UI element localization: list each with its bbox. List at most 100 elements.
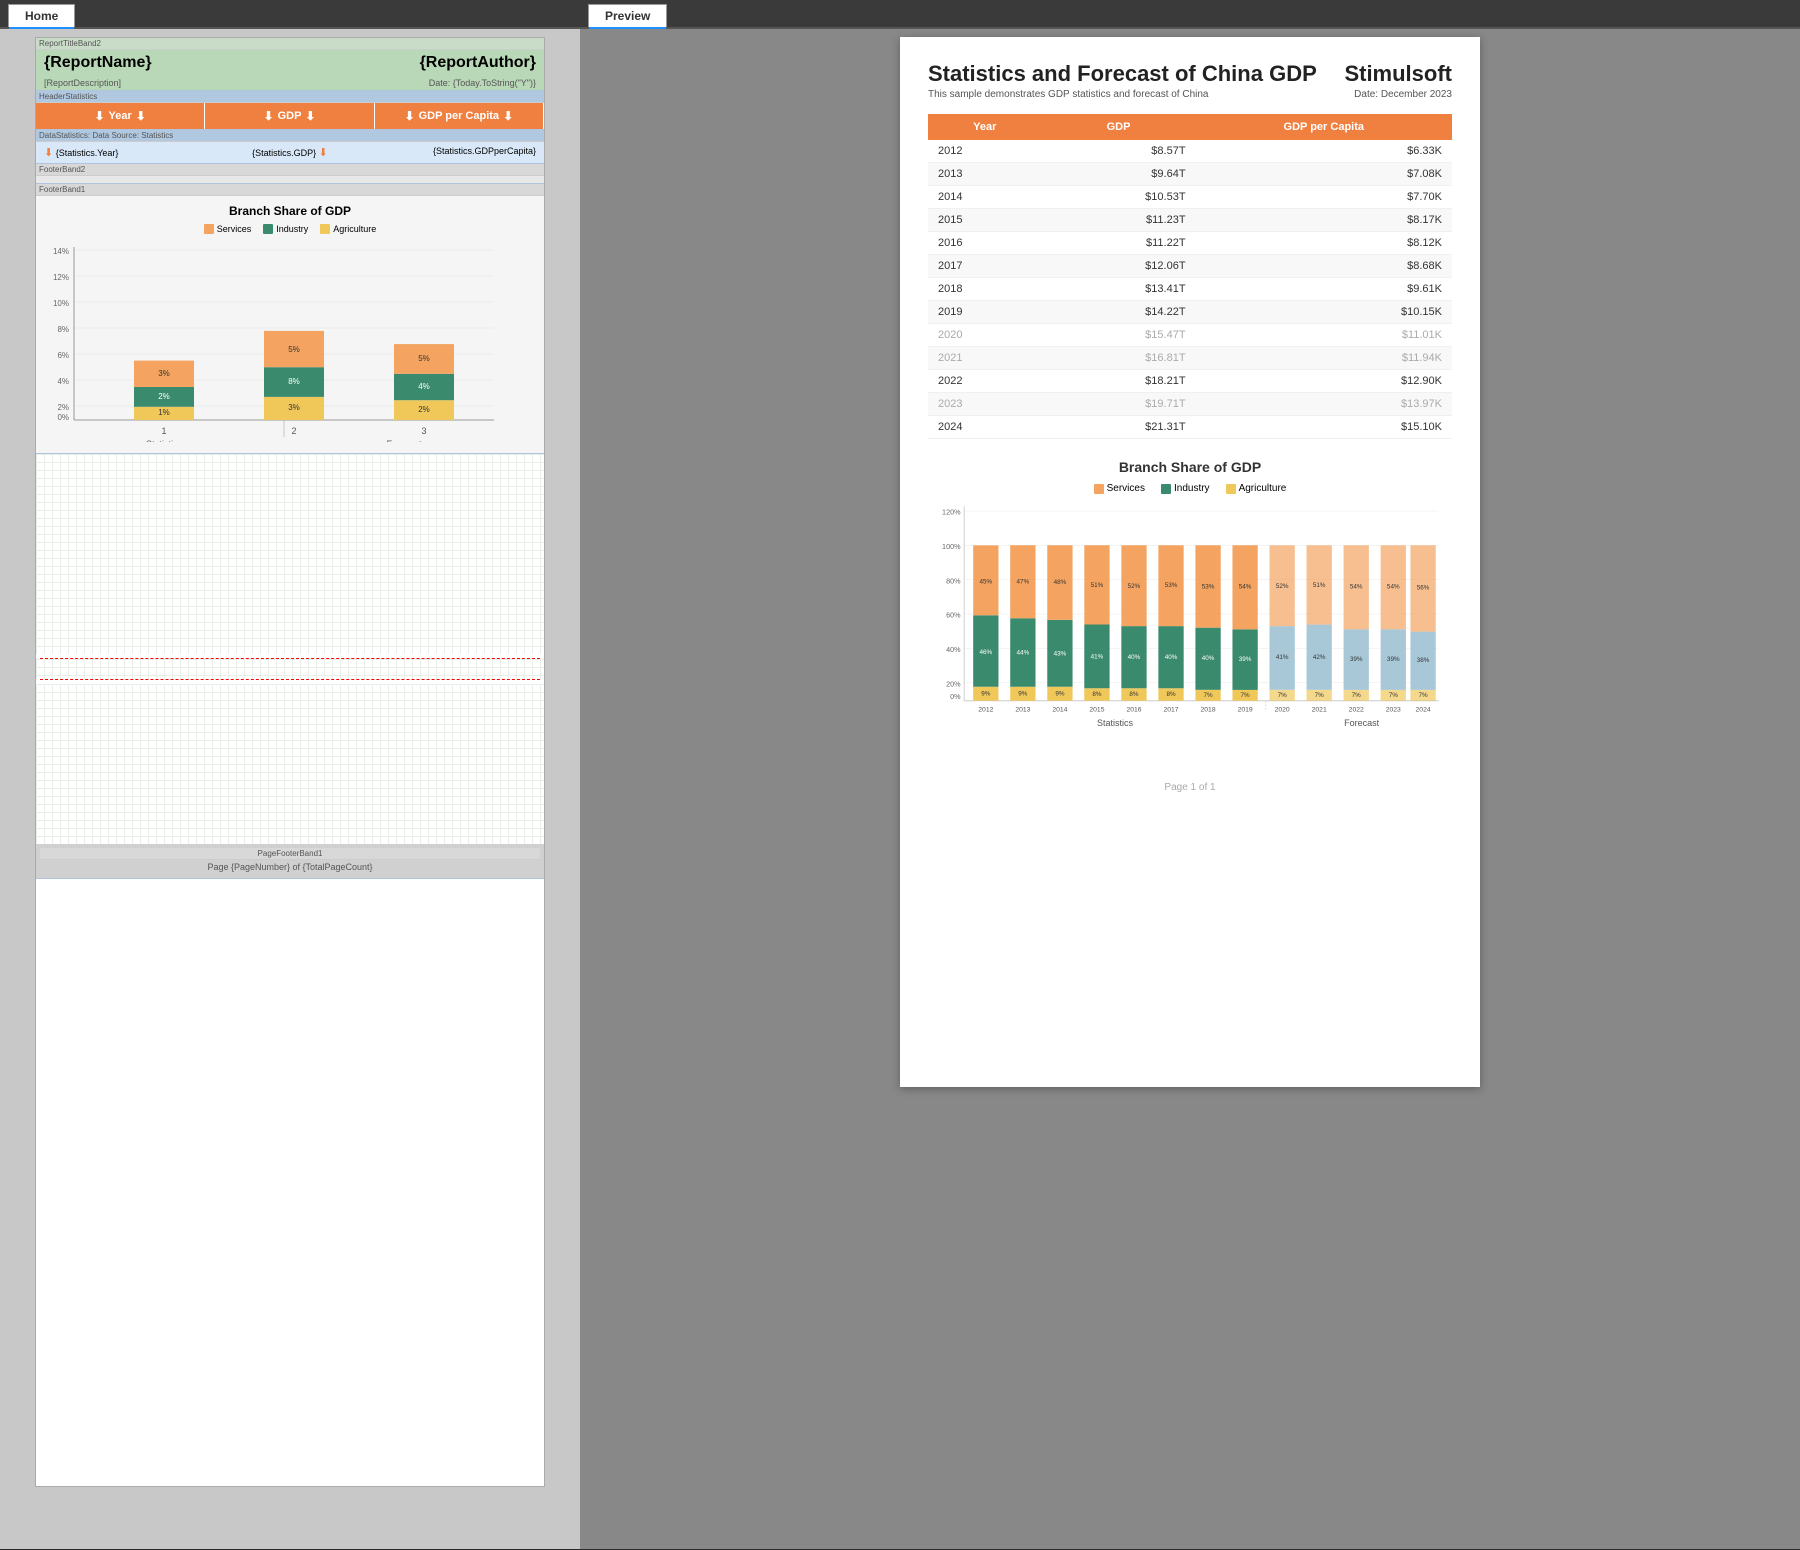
large-chart-title: Branch Share of GDP — [928, 459, 1452, 475]
cell-gpc: $7.08K — [1196, 163, 1452, 186]
page-number: Page 1 of 1 — [928, 782, 1452, 793]
svg-text:2015: 2015 — [1089, 707, 1104, 714]
data-gpc-field: {Statistics.GDPperCapita} — [433, 146, 536, 156]
svg-text:46%: 46% — [980, 649, 993, 656]
svg-text:7%: 7% — [1278, 692, 1288, 699]
svg-text:9%: 9% — [1018, 690, 1028, 697]
svg-text:44%: 44% — [1017, 650, 1030, 657]
svg-text:51%: 51% — [1313, 582, 1326, 589]
large-agriculture-label: Agriculture — [1239, 483, 1287, 494]
svg-text:56%: 56% — [1417, 585, 1430, 592]
svg-text:7%: 7% — [1352, 692, 1362, 699]
legend-services: Services — [204, 224, 252, 234]
sort-icon-gpc: ⬇ — [405, 109, 415, 123]
large-agriculture-dot — [1226, 484, 1236, 494]
svg-text:2014: 2014 — [1052, 707, 1067, 714]
cell-year: 2014 — [928, 186, 1042, 209]
designer-area: ReportTitleBand2 {ReportName} {ReportAut… — [0, 29, 580, 1549]
large-chart-svg: 120% 100% 80% 60% 40% 20% 0% — [928, 502, 1452, 755]
svg-text:100%: 100% — [942, 542, 961, 551]
agriculture-dot — [320, 224, 330, 234]
svg-text:1: 1 — [161, 426, 166, 436]
svg-text:40%: 40% — [1165, 654, 1178, 661]
cell-gdp: $14.22T — [1042, 301, 1196, 324]
cell-gpc: $11.01K — [1196, 324, 1452, 347]
svg-text:39%: 39% — [1350, 656, 1363, 663]
small-chart-title: Branch Share of GDP — [44, 204, 536, 218]
svg-text:2%: 2% — [158, 392, 170, 401]
svg-text:8%: 8% — [288, 377, 300, 386]
svg-text:8%: 8% — [1166, 691, 1176, 698]
report-title-band: ReportTitleBand2 {ReportName} {ReportAut… — [36, 38, 544, 91]
cell-gdp: $11.22T — [1042, 232, 1196, 255]
table-body: 2012 $8.57T $6.33K 2013 $9.64T $7.08K 20… — [928, 140, 1452, 439]
data-gpc-cell: {Statistics.GDPperCapita} — [372, 146, 536, 159]
dashed-line-2 — [40, 679, 540, 680]
cell-gpc: $8.12K — [1196, 232, 1452, 255]
svg-text:0%: 0% — [57, 413, 69, 422]
svg-text:39%: 39% — [1239, 656, 1252, 663]
svg-text:7%: 7% — [1389, 692, 1399, 699]
table-header-row: Year GDP GDP per Capita — [928, 114, 1452, 140]
data-year-field: {Statistics.Year} — [56, 148, 119, 158]
svg-text:2012: 2012 — [978, 707, 993, 714]
cell-year: 2020 — [928, 324, 1042, 347]
th-year: Year — [928, 114, 1042, 140]
services-label: Services — [217, 224, 252, 234]
svg-text:54%: 54% — [1387, 584, 1400, 591]
table-row: 2024 $21.31T $15.10K — [928, 416, 1452, 439]
svg-text:54%: 54% — [1350, 584, 1363, 591]
cell-gpc: $10.15K — [1196, 301, 1452, 324]
title-row: {ReportName} {ReportAuthor} — [36, 50, 544, 76]
svg-text:40%: 40% — [1128, 654, 1141, 661]
table-row: 2013 $9.64T $7.08K — [928, 163, 1452, 186]
right-tab-bar: Preview — [580, 0, 1800, 29]
svg-text:5%: 5% — [418, 354, 430, 363]
large-industry-dot — [1161, 484, 1171, 494]
svg-text:52%: 52% — [1276, 583, 1289, 590]
between-dashes — [36, 659, 544, 679]
col-year-header: ⬇ Year ⬇ — [36, 103, 205, 129]
large-chart-legend: Services Industry Agriculture — [928, 483, 1452, 494]
svg-text:0%: 0% — [950, 692, 961, 701]
preview-date: Date: December 2023 — [1354, 89, 1452, 102]
sort-icon-gdp: ⬇ — [264, 109, 274, 123]
page-number-template: Page {PageNumber} of {TotalPageCount} — [40, 860, 540, 874]
report-page: ReportTitleBand2 {ReportName} {ReportAut… — [35, 37, 545, 1487]
preview-meta: This sample demonstrates GDP statistics … — [928, 89, 1452, 102]
data-band: DataStatistics: Data Source: Statistics … — [36, 130, 544, 164]
th-gdp: GDP — [1042, 114, 1196, 140]
right-panel: Preview Statistics and Forecast of China… — [580, 0, 1800, 1550]
band-label-footer2: FooterBand2 — [36, 164, 544, 176]
home-tab[interactable]: Home — [8, 4, 75, 27]
preview-area: Statistics and Forecast of China GDP Sti… — [580, 29, 1800, 1549]
report-author-placeholder: {ReportAuthor} — [420, 54, 536, 72]
band-label-page-footer: PageFooterBand1 — [40, 848, 540, 860]
preview-page-header: Statistics and Forecast of China GDP Sti… — [928, 61, 1452, 87]
preview-brand: Stimulsoft — [1344, 61, 1452, 87]
table-row: 2017 $12.06T $8.68K — [928, 255, 1452, 278]
preview-tab[interactable]: Preview — [588, 4, 667, 27]
svg-text:7%: 7% — [1315, 692, 1325, 699]
large-services-dot — [1094, 484, 1104, 494]
gdp-table: Year GDP GDP per Capita 2012 $8.57T $6.3… — [928, 114, 1452, 439]
industry-label: Industry — [276, 224, 308, 234]
table-row: 2019 $14.22T $10.15K — [928, 301, 1452, 324]
sort-icon-gpc2: ⬇ — [503, 109, 513, 123]
svg-text:2016: 2016 — [1126, 707, 1141, 714]
svg-text:52%: 52% — [1128, 583, 1141, 590]
legend-industry: Industry — [263, 224, 308, 234]
svg-text:8%: 8% — [57, 325, 69, 334]
header-stats-band: HeaderStatistics ⬇ Year ⬇ ⬇ GDP ⬇ ⬇ GDP — [36, 91, 544, 130]
svg-text:2019: 2019 — [1238, 707, 1253, 714]
cell-gpc: $8.17K — [1196, 209, 1452, 232]
svg-text:38%: 38% — [1417, 657, 1430, 664]
table-row: 2023 $19.71T $13.97K — [928, 393, 1452, 416]
svg-text:41%: 41% — [1091, 653, 1104, 660]
services-dot — [204, 224, 214, 234]
table-row: 2021 $16.81T $11.94K — [928, 347, 1452, 370]
cell-year: 2019 — [928, 301, 1042, 324]
cell-year: 2022 — [928, 370, 1042, 393]
band-label-title: ReportTitleBand2 — [36, 38, 544, 50]
svg-text:2024: 2024 — [1416, 707, 1431, 714]
